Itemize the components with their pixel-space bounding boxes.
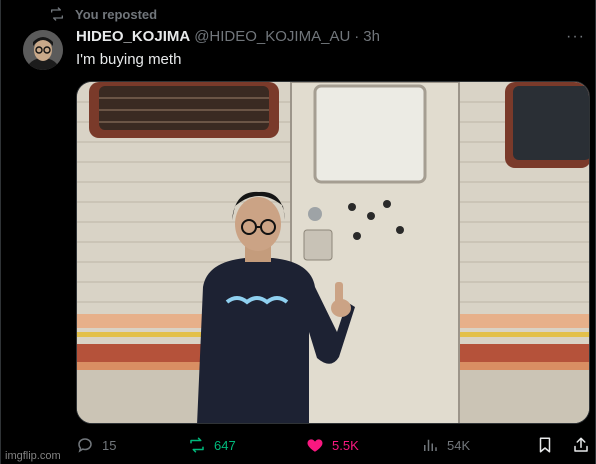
- tweet-header: HIDEO_KOJIMA @HIDEO_KOJIMA_AU · 3h: [76, 28, 380, 45]
- repost-button[interactable]: 647: [188, 436, 236, 454]
- tweet-card[interactable]: You reposted HIDEO_KOJIMA @HIDEO_KOJIMA_…: [0, 0, 596, 464]
- repost-icon: [51, 7, 63, 21]
- like-button[interactable]: 5.5K: [306, 436, 359, 454]
- bookmark-icon: [539, 437, 551, 453]
- share-icon: [574, 437, 588, 452]
- separator-dot: ·: [354, 28, 360, 45]
- repost-label: You reposted: [75, 6, 158, 22]
- author-handle[interactable]: @HIDEO_KOJIMA_AU: [194, 28, 350, 45]
- reply-icon: [78, 438, 92, 453]
- views-icon: [424, 439, 437, 451]
- author-name[interactable]: HIDEO_KOJIMA: [76, 28, 190, 45]
- views-button[interactable]: 54K: [421, 436, 470, 454]
- share-button[interactable]: [572, 436, 590, 454]
- bookmark-button[interactable]: [536, 436, 554, 454]
- reply-count: 15: [102, 437, 117, 453]
- reply-button[interactable]: 15: [76, 436, 116, 454]
- repost-context: You reposted: [49, 6, 157, 22]
- timestamp[interactable]: 3h: [363, 28, 380, 45]
- tweet-text: I'm buying meth: [76, 51, 182, 68]
- views-count: 54K: [447, 437, 471, 453]
- heart-icon: [307, 439, 323, 452]
- like-count: 5.5K: [332, 437, 359, 453]
- repost-icon: [190, 437, 204, 453]
- action-bar: 15 647 5.5K 54K: [76, 436, 588, 458]
- avatar[interactable]: [23, 30, 63, 70]
- more-icon[interactable]: ···: [566, 28, 585, 46]
- tweet-photo[interactable]: [76, 81, 590, 424]
- repost-count: 647: [214, 437, 236, 453]
- watermark: imgflip.com: [5, 450, 61, 462]
